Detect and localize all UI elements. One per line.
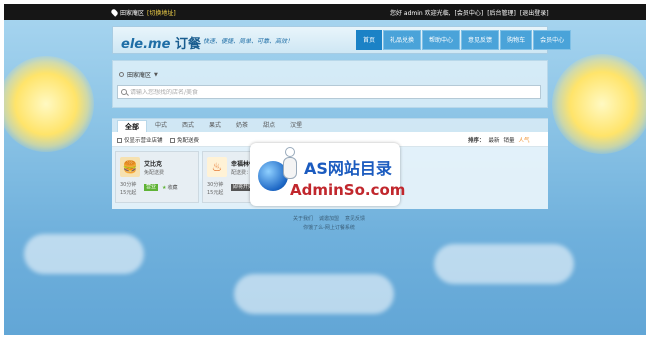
slogan: 快速、便捷、简单、可靠、高效！ — [203, 38, 294, 45]
favorite-button[interactable]: ★ 收藏 — [162, 184, 178, 192]
search-box — [117, 85, 541, 99]
category-tabs: 全部 中式 西式 果式 奶茶 甜点 汉堡 — [112, 118, 548, 132]
sort-sales[interactable]: 销量 — [504, 136, 515, 144]
footer-links: 关于我们 诚邀加盟 意见反馈 — [264, 215, 394, 222]
tab-fruit[interactable]: 果式 — [202, 120, 228, 132]
footer: 关于我们 诚邀加盟 意见反馈 你饿了么-网上订餐系统 — [264, 215, 394, 231]
area-selector[interactable]: 田家庵区 ▼ — [119, 70, 158, 79]
site-header: ele.me 订餐 快速、便捷、简单、可靠、高效！ 首页 礼品兑换 帮助中心 意… — [112, 26, 572, 54]
footer-feedback-link[interactable]: 意见反馈 — [345, 215, 365, 222]
copyright: 你饿了么-网上订餐系统 — [303, 225, 355, 231]
minimum-order: 15元起 — [207, 190, 224, 196]
location-label: 田家庵区 — [120, 10, 145, 17]
tab-western[interactable]: 西式 — [175, 120, 201, 132]
open-only-label: 仅显示营业店铺 — [124, 138, 163, 144]
area-label: 田家庵区 — [127, 72, 152, 79]
minimum-order: 15元起 — [120, 190, 137, 196]
free-delivery-checkbox[interactable]: 免配送费 — [170, 136, 199, 144]
page-frame: 田家庵区 [切换地址] 您好 admin 欢迎光临, [会员中心] [后台管理]… — [4, 4, 646, 335]
search-icon — [121, 89, 127, 95]
nav-gift-exchange[interactable]: 礼品兑换 — [383, 30, 422, 50]
free-delivery-label: 免配送费 — [177, 138, 200, 144]
watermark-domain: AdminSo.com — [290, 181, 406, 199]
footer-about-link[interactable]: 关于我们 — [293, 215, 313, 222]
sort-newest[interactable]: 最新 — [489, 136, 500, 144]
open-only-checkbox[interactable]: 仅显示营业店铺 — [117, 136, 163, 144]
delivery-fee: 免配送费 — [144, 170, 165, 176]
tab-burger[interactable]: 汉堡 — [283, 120, 309, 132]
restaurant-card[interactable]: 🍔 艾比克 免配送费 30分钟 15元起 营业 ★ 收藏 — [115, 151, 199, 203]
checkbox-icon — [117, 137, 122, 143]
cloud-decoration — [434, 244, 574, 284]
sort-label: 排序： — [468, 138, 485, 144]
sun-decoration-left — [4, 56, 94, 152]
tab-all[interactable]: 全部 — [117, 120, 147, 132]
site-logo[interactable]: ele.me 订餐 — [121, 33, 201, 52]
radio-icon — [119, 72, 124, 77]
footer-join-link[interactable]: 诚邀加盟 — [319, 215, 339, 222]
switch-address-link[interactable]: [切换地址] — [147, 8, 176, 17]
sort-bar: 排序： 最新 销量 人气 — [468, 136, 530, 144]
member-center-link[interactable]: [会员中心] — [455, 8, 484, 17]
cloud-decoration — [24, 234, 144, 274]
delivery-time: 30分钟 — [207, 182, 224, 188]
tab-chinese[interactable]: 中式 — [148, 120, 174, 132]
chevron-down-icon: ▼ — [154, 71, 158, 78]
nav-feedback[interactable]: 意见反馈 — [461, 30, 500, 50]
logout-link[interactable]: [退出登录] — [520, 8, 549, 17]
user-links: 您好 admin 欢迎光临, [会员中心] [后台管理] [退出登录] — [390, 8, 549, 17]
location-pin-icon — [110, 8, 119, 17]
checkbox-icon — [170, 137, 175, 143]
tab-milk-tea[interactable]: 奶茶 — [229, 120, 255, 132]
admin-link[interactable]: [后台管理] — [487, 8, 516, 17]
greeting-text: 您好 admin 欢迎光临, — [390, 10, 451, 17]
nav-member-center[interactable]: 会员中心 — [533, 30, 572, 50]
tab-dessert[interactable]: 甜点 — [256, 120, 282, 132]
sort-popularity[interactable]: 人气 — [519, 136, 530, 144]
cloud-decoration — [234, 274, 394, 314]
search-input[interactable] — [130, 88, 530, 96]
nav-cart[interactable]: 购物车 — [500, 30, 533, 50]
watermark-title: AS网站目录 — [304, 159, 392, 178]
main-nav: 首页 礼品兑换 帮助中心 意见反馈 购物车 会员中心 — [356, 30, 572, 50]
logo-text: ele.me — [121, 37, 171, 52]
nav-home[interactable]: 首页 — [356, 30, 383, 50]
watermark-overlay: AS网站目录 AdminSo.com — [250, 143, 405, 206]
top-bar: 田家庵区 [切换地址] 您好 admin 欢迎光临, [会员中心] [后台管理]… — [4, 4, 646, 20]
star-icon: ★ — [162, 184, 167, 191]
nav-help-center[interactable]: 帮助中心 — [422, 30, 461, 50]
flame-icon: ♨ — [207, 157, 227, 177]
current-location: 田家庵区 [切换地址] — [110, 8, 176, 17]
favorite-label: 收藏 — [167, 185, 178, 191]
delivery-time: 30分钟 — [120, 182, 137, 188]
search-panel: 田家庵区 ▼ — [112, 60, 548, 108]
sun-decoration-right — [552, 54, 646, 154]
logo-cn-text: 订餐 — [174, 37, 201, 52]
status-badge: 营业 — [144, 184, 159, 191]
burger-icon: 🍔 — [120, 157, 140, 177]
restaurant-name: 艾比克 — [144, 161, 163, 168]
